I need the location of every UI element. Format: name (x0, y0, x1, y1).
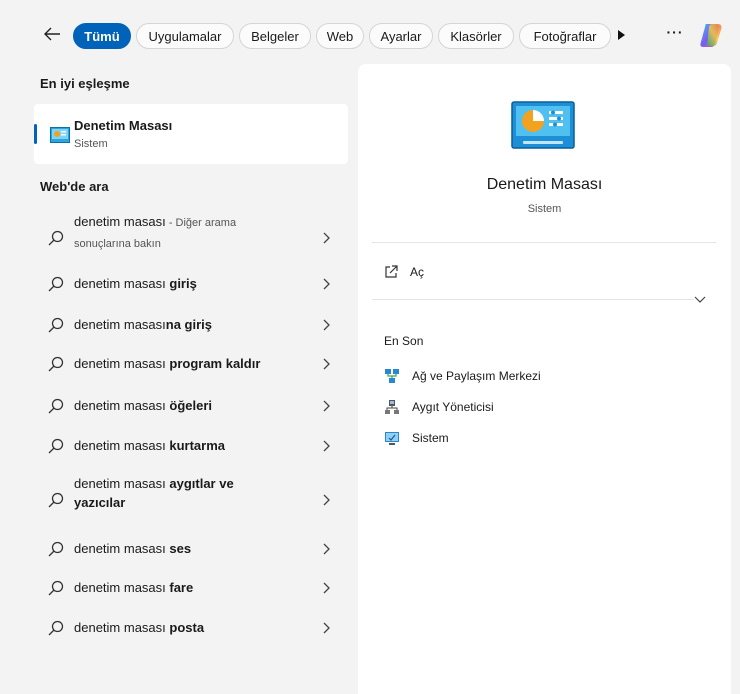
web-result-row[interactable]: denetim masası öğeleri (34, 390, 348, 422)
search-icon (48, 356, 64, 372)
search-icon (48, 438, 64, 454)
web-result-text: denetim masası - Diğer arama sonuçlarına … (74, 214, 237, 250)
selection-indicator (34, 124, 37, 144)
search-icon (48, 230, 64, 246)
recent-label: Ağ ve Paylaşım Merkezi (412, 369, 541, 383)
tab-documents[interactable]: Belgeler (239, 23, 311, 49)
chevron-right-icon (323, 358, 330, 370)
web-result-row[interactable]: denetim masası - Diğer arama sonuçlarına … (34, 212, 348, 264)
web-result-text: denetim masası kurtarma (74, 438, 226, 453)
best-match-result[interactable]: Denetim Masası Sistem (34, 104, 348, 164)
web-result-row[interactable]: denetim masası posta (34, 612, 348, 644)
recent-item-network[interactable]: Ağ ve Paylaşım Merkezi (384, 367, 541, 385)
copilot-icon[interactable] (697, 22, 727, 48)
search-icon (48, 620, 64, 636)
tab-all[interactable]: Tümü (73, 23, 131, 49)
back-button[interactable] (40, 22, 64, 46)
tab-photos[interactable]: Fotoğraflar (519, 23, 611, 49)
tab-settings[interactable]: Ayarlar (369, 23, 433, 49)
web-result-text: denetim masası posta (74, 620, 205, 635)
web-search-heading: Web'de ara (40, 179, 109, 194)
open-button[interactable]: Aç (384, 262, 424, 282)
web-result-row[interactable]: denetim masası ses (34, 533, 348, 565)
web-result-text: denetim masası ses (74, 541, 192, 556)
web-result-row[interactable]: denetim masasına giriş (34, 309, 348, 341)
recent-item-system[interactable]: Sistem (384, 429, 449, 447)
web-result-text: denetim masasına giriş (74, 317, 213, 332)
open-label: Aç (410, 265, 425, 279)
best-match-subtitle: Sistem (74, 138, 108, 150)
search-icon (48, 492, 64, 508)
web-result-text: denetim masası öğeleri (74, 398, 212, 413)
web-result-text: denetim masası giriş (74, 276, 197, 291)
recent-label: Aygıt Yöneticisi (412, 400, 494, 414)
web-result-row[interactable]: denetim masası fare (34, 572, 348, 604)
chevron-right-icon (323, 543, 330, 555)
search-icon (48, 541, 64, 557)
detail-subtitle: Sistem (527, 203, 562, 215)
web-result-text: denetim masası program kaldır (74, 356, 261, 371)
chevron-right-icon (323, 494, 330, 506)
tab-apps[interactable]: Uygulamalar (136, 23, 234, 49)
scroll-tabs-icon[interactable] (618, 30, 625, 40)
best-match-heading: En iyi eşleşme (40, 76, 130, 91)
recent-label: Sistem (412, 431, 449, 445)
tab-folders[interactable]: Klasörler (438, 23, 514, 49)
web-result-text: denetim masası aygıtlar ve yazıcılar (74, 476, 234, 510)
web-result-row[interactable]: denetim masası aygıtlar ve yazıcılar (34, 474, 348, 526)
web-result-row[interactable]: denetim masası kurtarma (34, 430, 348, 462)
chevron-right-icon (323, 232, 330, 244)
network-center-icon (385, 369, 399, 383)
chevron-right-icon (323, 319, 330, 331)
chevron-right-icon (323, 400, 330, 412)
device-manager-icon (385, 400, 399, 414)
chevron-right-icon (323, 622, 330, 634)
recent-heading: En Son (384, 334, 424, 348)
chevron-right-icon (323, 582, 330, 594)
web-result-row[interactable]: denetim masası program kaldır (34, 348, 348, 380)
chevron-down-icon[interactable] (694, 296, 706, 304)
recent-item-device-manager[interactable]: Aygıt Yöneticisi (384, 398, 494, 416)
search-icon (48, 580, 64, 596)
open-external-icon (385, 265, 398, 278)
search-icon (48, 317, 64, 333)
web-result-text: denetim masası fare (74, 580, 194, 595)
filter-bar: Tümü Uygulamalar Belgeler Web Ayarlar Kl… (0, 0, 740, 68)
web-result-row[interactable]: denetim masası giriş (34, 268, 348, 300)
search-icon (48, 276, 64, 292)
divider (372, 242, 716, 243)
more-options-button[interactable]: ··· (663, 24, 687, 44)
tab-web[interactable]: Web (316, 23, 364, 49)
search-icon (48, 398, 64, 414)
detail-title: Denetim Masası (486, 176, 603, 193)
system-icon (385, 432, 399, 445)
chevron-right-icon (323, 440, 330, 452)
arrow-left-icon (44, 27, 60, 41)
divider (372, 299, 694, 300)
control-panel-icon (50, 127, 70, 143)
chevron-right-icon (323, 278, 330, 290)
control-panel-icon (511, 101, 575, 149)
detail-pane: Denetim Masası Sistem Aç En Son Ağ ve Pa… (358, 64, 731, 694)
best-match-title: Denetim Masası (74, 118, 173, 133)
